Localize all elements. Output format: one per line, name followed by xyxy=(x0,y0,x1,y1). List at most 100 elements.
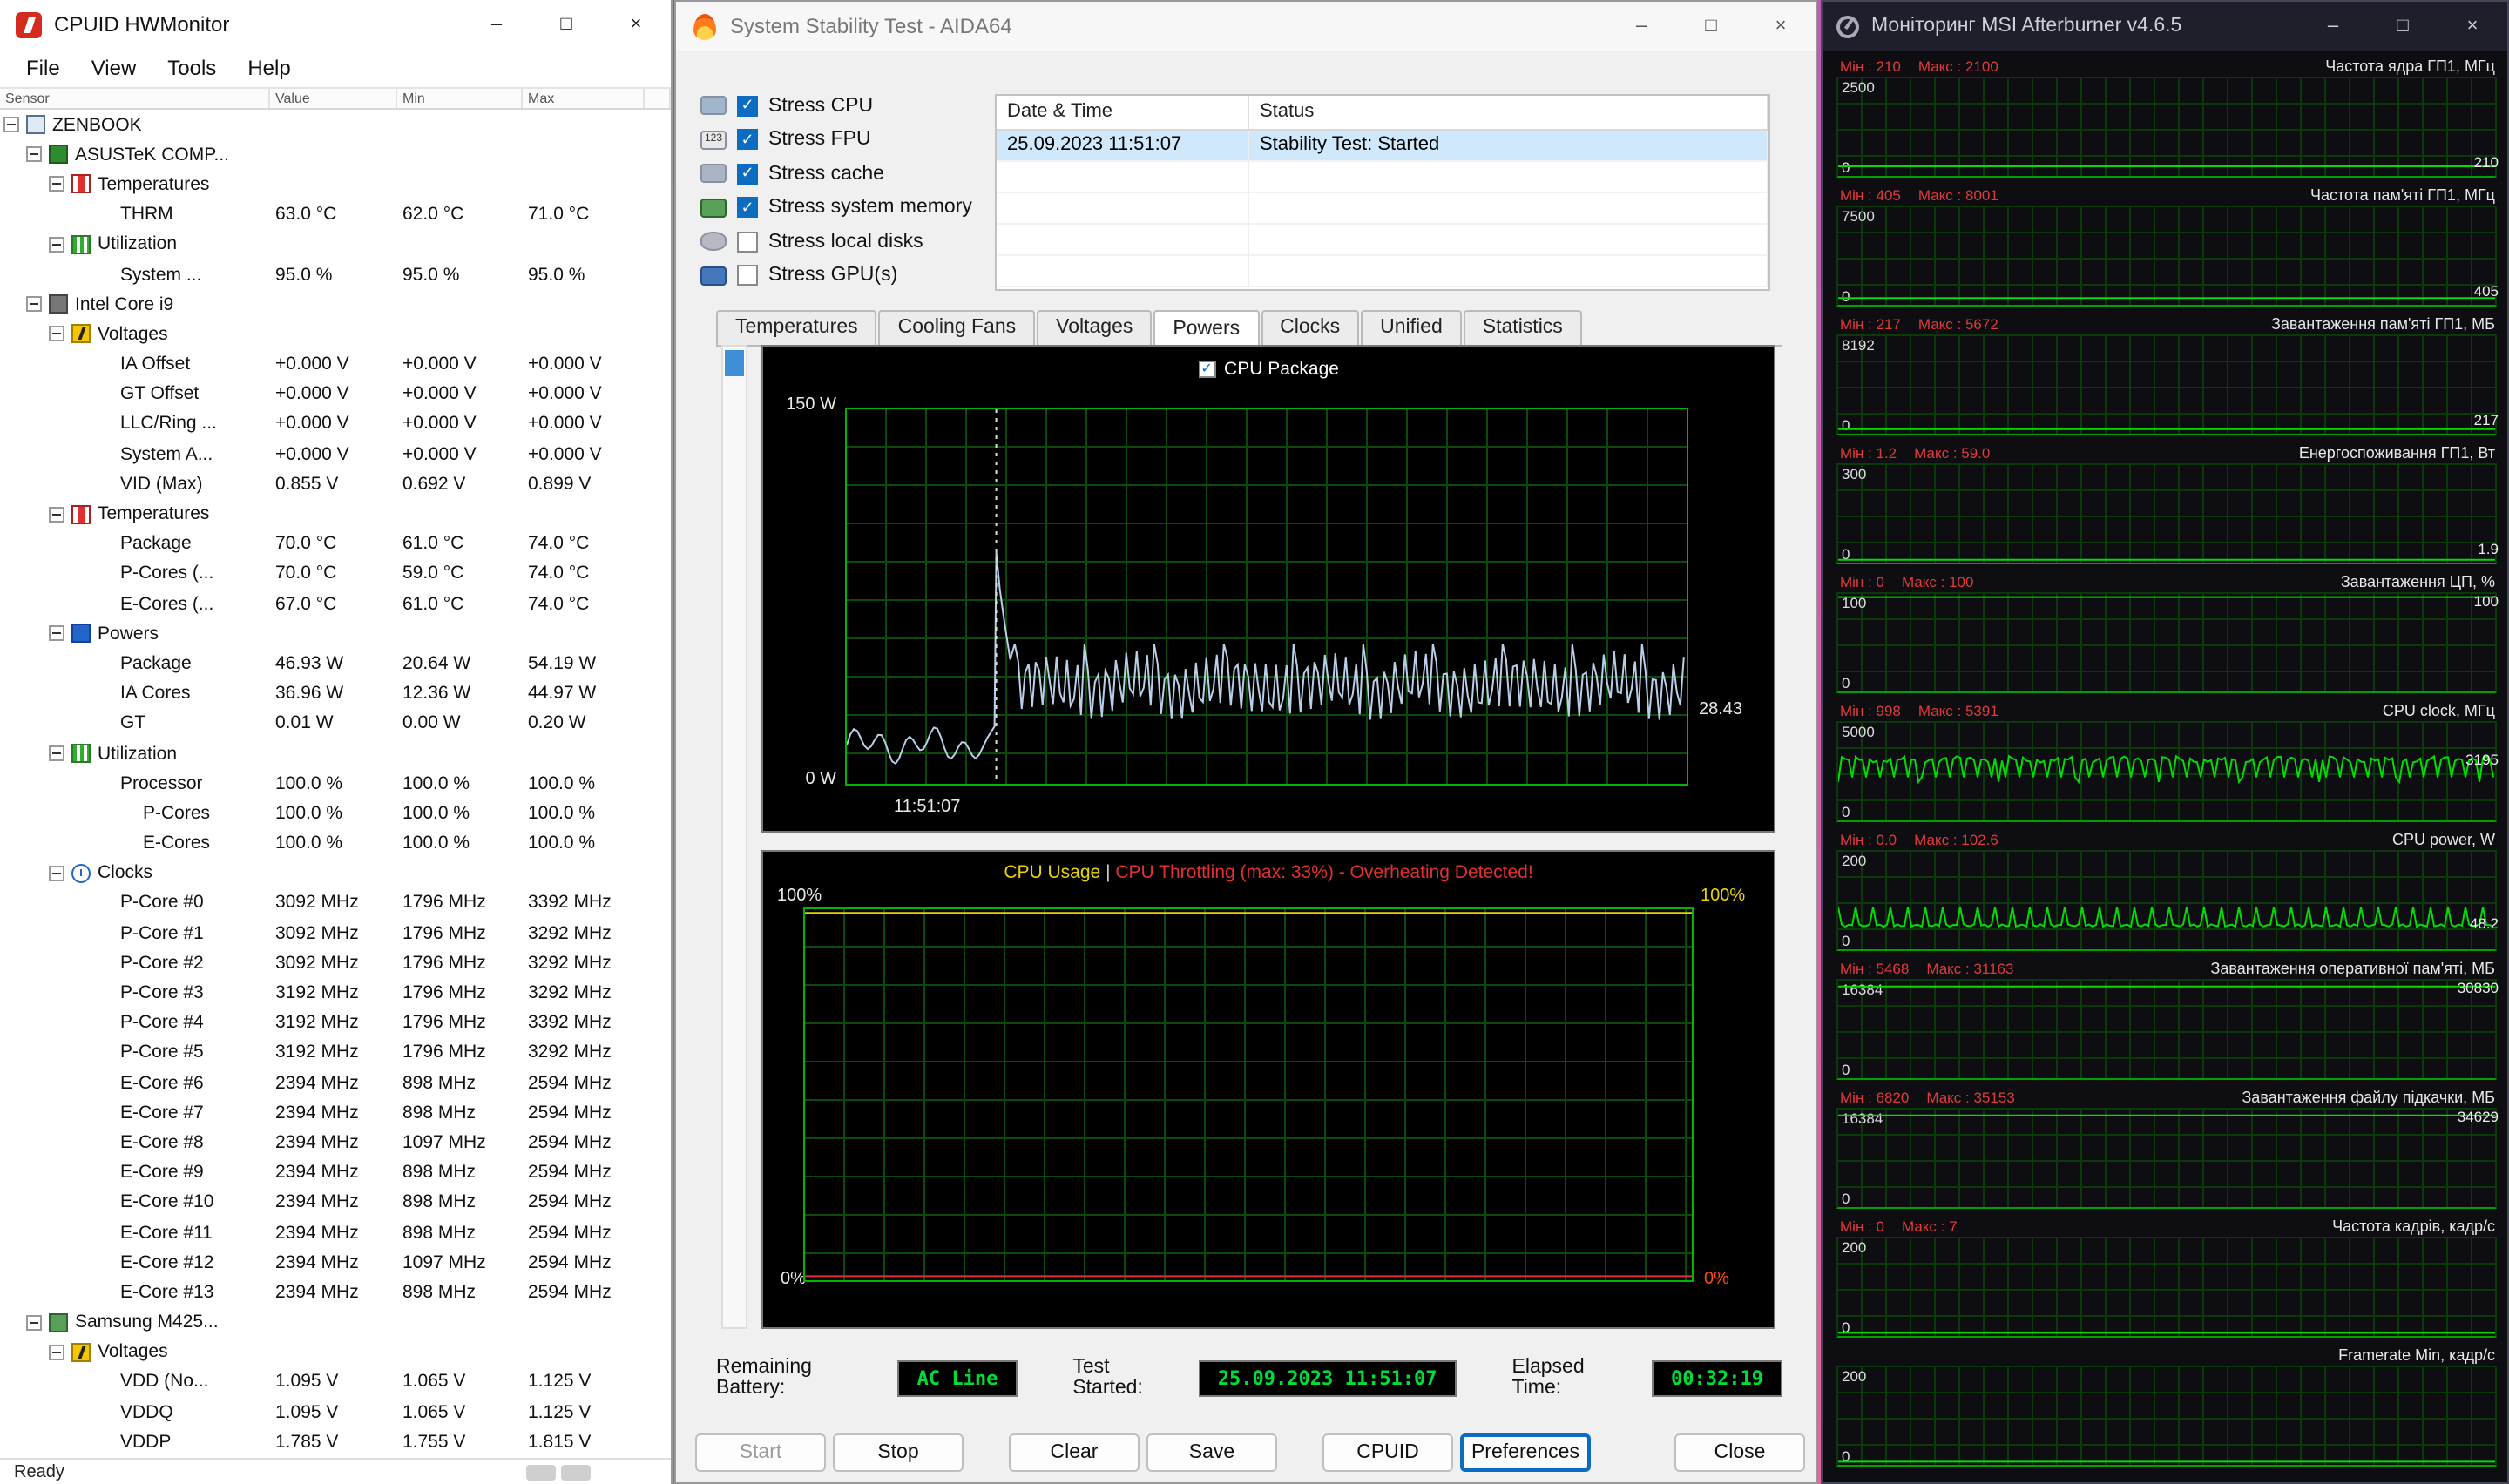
sensor-row[interactable]: E-Core #6 2394 MHz 898 MHz 2594 MHz xyxy=(0,1068,671,1097)
tree-expander-icon[interactable] xyxy=(49,176,64,192)
sensor-row[interactable]: P-Cores 100.0 % 100.0 % 100.0 % xyxy=(0,799,671,828)
hwmonitor-titlebar[interactable]: CPUID HWMonitor – □ × xyxy=(0,0,671,49)
action-button[interactable]: Start xyxy=(695,1433,826,1472)
column-header-sensor[interactable]: Sensor xyxy=(0,89,270,108)
sensor-row[interactable]: Processor 100.0 % 100.0 % 100.0 % xyxy=(0,768,671,798)
sensor-row[interactable]: E-Core #9 2394 MHz 898 MHz 2594 MHz xyxy=(0,1157,671,1187)
sensor-row[interactable]: P-Core #1 3092 MHz 1796 MHz 3292 MHz xyxy=(0,918,671,948)
sensor-row[interactable]: P-Core #2 3092 MHz 1796 MHz 3292 MHz xyxy=(0,948,671,978)
maximize-icon[interactable]: □ xyxy=(1676,2,1746,51)
sensor-row[interactable]: Utilization xyxy=(0,230,671,260)
close-icon[interactable]: × xyxy=(2438,2,2507,51)
tab[interactable]: Temperatures xyxy=(716,310,877,345)
horizontal-scrollbar[interactable] xyxy=(526,1464,591,1480)
sensor-row[interactable]: VDD (No... 1.095 V 1.065 V 1.125 V xyxy=(0,1367,671,1397)
sensor-row[interactable]: Temperatures xyxy=(0,170,671,199)
sensor-row[interactable]: E-Core #13 2394 MHz 898 MHz 2594 MHz xyxy=(0,1278,671,1307)
close-icon[interactable]: × xyxy=(1746,2,1816,51)
sensor-row[interactable]: Temperatures xyxy=(0,499,671,529)
sensor-row[interactable]: IA Offset +0.000 V +0.000 V +0.000 V xyxy=(0,349,671,379)
sensor-row[interactable]: Voltages xyxy=(0,1337,671,1366)
close-icon[interactable]: × xyxy=(601,0,671,49)
action-button[interactable]: Stop xyxy=(833,1433,964,1472)
sensor-row[interactable]: GT Offset +0.000 V +0.000 V +0.000 V xyxy=(0,379,671,408)
maximize-icon[interactable]: □ xyxy=(2368,2,2438,51)
tree-expander-icon[interactable] xyxy=(49,1344,64,1360)
sensor-row[interactable]: Utilization xyxy=(0,739,671,768)
stress-option-row[interactable]: Stress CPU xyxy=(700,89,972,123)
sensor-row[interactable]: Clocks xyxy=(0,858,671,887)
sensor-row[interactable]: System ... 95.0 % 95.0 % 95.0 % xyxy=(0,260,671,289)
sensor-row[interactable]: E-Cores (... 67.0 °C 61.0 °C 74.0 °C xyxy=(0,589,671,618)
tree-expander-icon[interactable] xyxy=(26,1314,42,1331)
stress-checkbox[interactable] xyxy=(737,129,758,151)
graph-vertical-scrollbar[interactable] xyxy=(721,345,747,1329)
minimize-icon[interactable]: – xyxy=(2298,2,2368,51)
stress-option-row[interactable]: Stress system memory xyxy=(700,191,972,225)
stress-option-row[interactable]: Stress local disks xyxy=(700,225,972,259)
aida-titlebar[interactable]: System Stability Test - AIDA64 – □ × xyxy=(676,2,1816,51)
sensor-row[interactable]: THRM 63.0 °C 62.0 °C 71.0 °C xyxy=(0,199,671,229)
action-button[interactable]: Save xyxy=(1146,1433,1277,1472)
stress-checkbox[interactable] xyxy=(737,197,758,219)
sensor-row[interactable]: ZENBOOK xyxy=(0,110,671,139)
log-row[interactable]: 25.09.2023 11:51:07 Stability Test: Star… xyxy=(997,131,1768,162)
sensor-row[interactable]: Voltages xyxy=(0,320,671,349)
stress-option-row[interactable]: Stress cache xyxy=(700,157,972,191)
sensor-row[interactable]: Samsung M425... xyxy=(0,1307,671,1337)
sensor-row[interactable]: E-Core #10 2394 MHz 898 MHz 2594 MHz xyxy=(0,1188,671,1218)
tree-expander-icon[interactable] xyxy=(49,625,64,642)
sensor-row[interactable]: Intel Core i9 xyxy=(0,289,671,319)
stress-checkbox[interactable] xyxy=(737,265,758,287)
tree-expander-icon[interactable] xyxy=(26,296,42,313)
tree-expander-icon[interactable] xyxy=(26,146,42,163)
tree-expander-icon[interactable] xyxy=(49,865,64,881)
sensor-row[interactable]: P-Core #0 3092 MHz 1796 MHz 3392 MHz xyxy=(0,888,671,918)
tree-expander-icon[interactable] xyxy=(49,236,64,253)
menu-item[interactable]: Tools xyxy=(152,52,232,84)
tree-expander-icon[interactable] xyxy=(49,745,64,762)
sensor-row[interactable]: P-Core #5 3192 MHz 1796 MHz 3292 MHz xyxy=(0,1038,671,1068)
sensor-row[interactable]: E-Core #12 2394 MHz 1097 MHz 2594 MHz xyxy=(0,1247,671,1277)
sensor-row[interactable]: ASUSTeK COMP... xyxy=(0,139,671,169)
sensor-row[interactable]: E-Core #8 2394 MHz 1097 MHz 2594 MHz xyxy=(0,1128,671,1157)
tab[interactable]: Voltages xyxy=(1037,310,1153,345)
action-button[interactable]: Clear xyxy=(1009,1433,1140,1472)
sensor-row[interactable]: Powers xyxy=(0,618,671,648)
sensor-row[interactable]: VID (Max) 0.855 V 0.692 V 0.899 V xyxy=(0,469,671,499)
action-button[interactable]: Close xyxy=(1674,1433,1805,1472)
tab[interactable]: Powers xyxy=(1153,310,1260,347)
log-header-datetime[interactable]: Date & Time xyxy=(997,96,1249,129)
sensor-row[interactable]: VDDQ 1.095 V 1.065 V 1.125 V xyxy=(0,1397,671,1427)
stress-checkbox[interactable] xyxy=(737,231,758,253)
minimize-icon[interactable]: – xyxy=(1606,2,1676,51)
column-header-value[interactable]: Value xyxy=(270,89,397,108)
tree-expander-icon[interactable] xyxy=(49,326,64,342)
minimize-icon[interactable]: – xyxy=(462,0,531,49)
sensor-row[interactable]: Package 46.93 W 20.64 W 54.19 W xyxy=(0,649,671,678)
tab[interactable]: Cooling Fans xyxy=(878,310,1036,345)
sensor-row[interactable]: P-Core #3 3192 MHz 1796 MHz 3292 MHz xyxy=(0,978,671,1008)
sensor-row[interactable]: Package 70.0 °C 61.0 °C 74.0 °C xyxy=(0,529,671,558)
menu-item[interactable]: File xyxy=(10,52,76,84)
stress-checkbox[interactable] xyxy=(737,95,758,117)
tab[interactable]: Unified xyxy=(1361,310,1462,345)
action-button[interactable]: CPUID xyxy=(1322,1433,1453,1472)
maximize-icon[interactable]: □ xyxy=(531,0,601,49)
column-header-min[interactable]: Min xyxy=(397,89,523,108)
menu-item[interactable]: Help xyxy=(232,52,306,84)
stress-option-row[interactable]: Stress GPU(s) xyxy=(700,259,972,293)
log-header-status[interactable]: Status xyxy=(1249,96,1768,129)
afterburner-titlebar[interactable]: Моніторинг MSI Afterburner v4.6.5 – □ × xyxy=(1823,2,2507,51)
tab[interactable]: Clocks xyxy=(1261,310,1360,345)
stress-checkbox[interactable] xyxy=(737,163,758,185)
sensor-row[interactable]: P-Core #4 3192 MHz 1796 MHz 3392 MHz xyxy=(0,1008,671,1037)
stress-option-row[interactable]: Stress FPU xyxy=(700,123,972,157)
sensor-row[interactable]: E-Cores 100.0 % 100.0 % 100.0 % xyxy=(0,828,671,858)
tree-expander-icon[interactable] xyxy=(3,117,19,133)
sensor-row[interactable]: E-Core #7 2394 MHz 898 MHz 2594 MHz xyxy=(0,1097,671,1127)
sensor-row[interactable]: GT 0.01 W 0.00 W 0.20 W xyxy=(0,709,671,739)
sensor-row[interactable]: VDDP 1.785 V 1.755 V 1.815 V xyxy=(0,1427,671,1457)
sensor-row[interactable]: IA Cores 36.96 W 12.36 W 44.97 W xyxy=(0,678,671,708)
sensor-row[interactable]: System A... +0.000 V +0.000 V +0.000 V xyxy=(0,439,671,469)
